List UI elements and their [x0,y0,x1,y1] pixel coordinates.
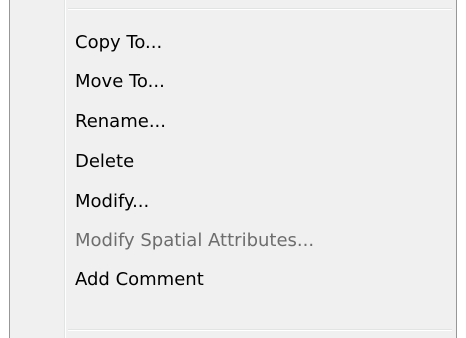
menu-item-label: Rename... [75,111,166,132]
menu-separator-bottom-highlight [68,330,452,331]
menu-item-rename[interactable]: Rename... [66,106,452,138]
menu-item-label: Modify... [75,191,150,212]
menu-item-delete[interactable]: Delete [66,146,452,178]
menu-item-move-to[interactable]: Move To... [66,66,452,98]
menu-separator-top-highlight [68,9,452,10]
menu-item-modify[interactable]: Modify... [66,186,452,218]
menu-item-label: Add Comment [75,269,204,290]
menu-item-label: Modify Spatial Attributes... [75,230,315,251]
menu-item-label: Copy To... [75,32,163,53]
menu-item-label: Move To... [75,71,165,92]
context-menu: Copy To... Move To... Rename... Delete M… [9,0,457,338]
menu-item-modify-spatial-attributes: Modify Spatial Attributes... [66,225,452,257]
menu-item-label: Delete [75,151,135,172]
menu-item-copy-to[interactable]: Copy To... [66,27,452,59]
menu-item-add-comment[interactable]: Add Comment [66,264,452,296]
